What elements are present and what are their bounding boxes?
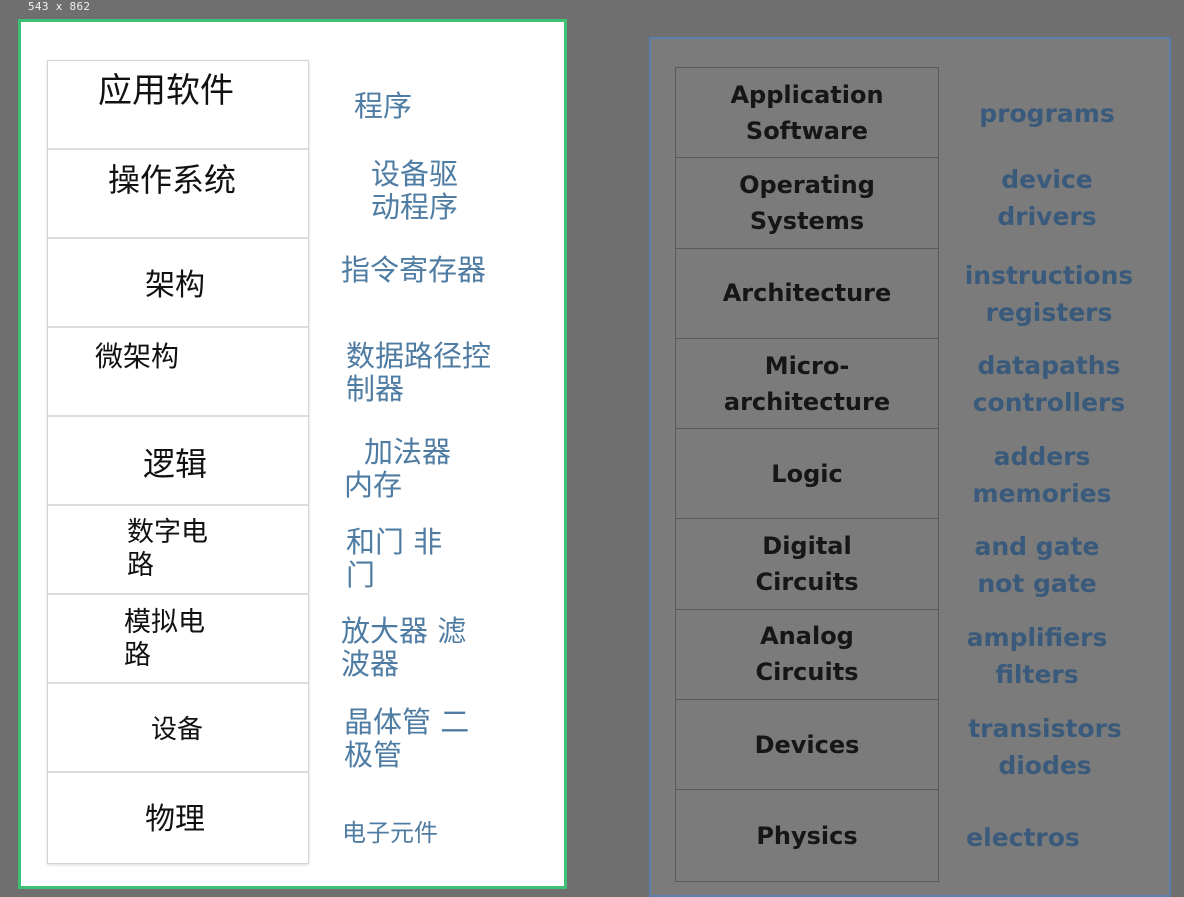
abstraction-stack-cn: 应用软件 操作系统 架构 微架构 逻辑 数字电 路 模拟电 路 设备 物理	[47, 60, 309, 864]
level-label: 设备	[151, 715, 204, 745]
level-description: 程序	[354, 89, 413, 123]
level-box-microarchitecture-cn: 微架构	[48, 328, 308, 417]
level-box-application-software: Application Software	[676, 68, 938, 159]
level-box-operating-systems: Operating Systems	[676, 158, 938, 249]
level-label: 微架构	[95, 340, 180, 373]
level-description: datapaths controllers	[972, 351, 1126, 417]
level-description: transistors diodes	[968, 714, 1122, 780]
level-box-architecture: Architecture	[676, 249, 938, 339]
level-label: 逻辑	[143, 445, 208, 483]
level-description: 数据路径控 制器	[346, 339, 492, 406]
level-description: 放大器 滤 波器	[341, 614, 467, 681]
level-description: 晶体管 二 极管	[344, 705, 470, 772]
reference-image-frame[interactable]: Application Software Operating Systems A…	[649, 37, 1171, 897]
level-box-analog-circuits: Analog Circuits	[676, 610, 938, 701]
level-box-digital-circuits: Digital Circuits	[676, 519, 938, 610]
abstraction-stack-en: Application Software Operating Systems A…	[675, 67, 939, 882]
level-box-analog-circuits-cn: 模拟电 路	[48, 595, 308, 684]
level-description: programs	[979, 99, 1115, 128]
level-description: instructions registers	[964, 261, 1134, 327]
level-box-architecture-cn: 架构	[48, 239, 308, 328]
level-label: 物理	[145, 802, 205, 837]
level-description: and gate not gate	[974, 532, 1100, 598]
level-label: 操作系统	[108, 161, 237, 199]
level-box-devices-cn: 设备	[48, 684, 308, 773]
level-box-operating-systems-cn: 操作系统	[48, 150, 308, 239]
level-box-logic: Logic	[676, 429, 938, 520]
level-description: adders memories	[972, 442, 1112, 508]
level-description: 设备驱 动程序	[371, 157, 459, 224]
canvas-dimension-label: 543 x 862	[28, 0, 91, 13]
level-box-logic-cn: 逻辑	[48, 417, 308, 506]
level-box-physics-cn: 物理	[48, 773, 308, 863]
level-label: 模拟电 路	[124, 607, 205, 671]
level-description: 和门 非 门	[346, 525, 443, 592]
level-description: 加法器 内存	[344, 435, 452, 502]
level-description: 电子元件	[342, 819, 438, 847]
level-label: 架构	[145, 268, 205, 303]
selected-image-frame[interactable]: 应用软件 操作系统 架构 微架构 逻辑 数字电 路 模拟电 路 设备 物理 程序…	[18, 19, 567, 889]
level-description: 指令寄存器	[341, 253, 487, 287]
level-description: device drivers	[997, 165, 1097, 231]
level-box-microarchitecture: Micro- architecture	[676, 339, 938, 430]
level-label: 数字电 路	[127, 517, 208, 581]
level-label: 应用软件	[98, 71, 234, 111]
level-box-digital-circuits-cn: 数字电 路	[48, 506, 308, 595]
level-box-physics: Physics	[756, 821, 858, 850]
level-description: amplifiers filters	[966, 623, 1108, 689]
level-box-application-software-cn: 应用软件	[48, 61, 308, 150]
level-box-devices: Devices	[676, 700, 938, 791]
level-description: electros	[966, 823, 1080, 852]
